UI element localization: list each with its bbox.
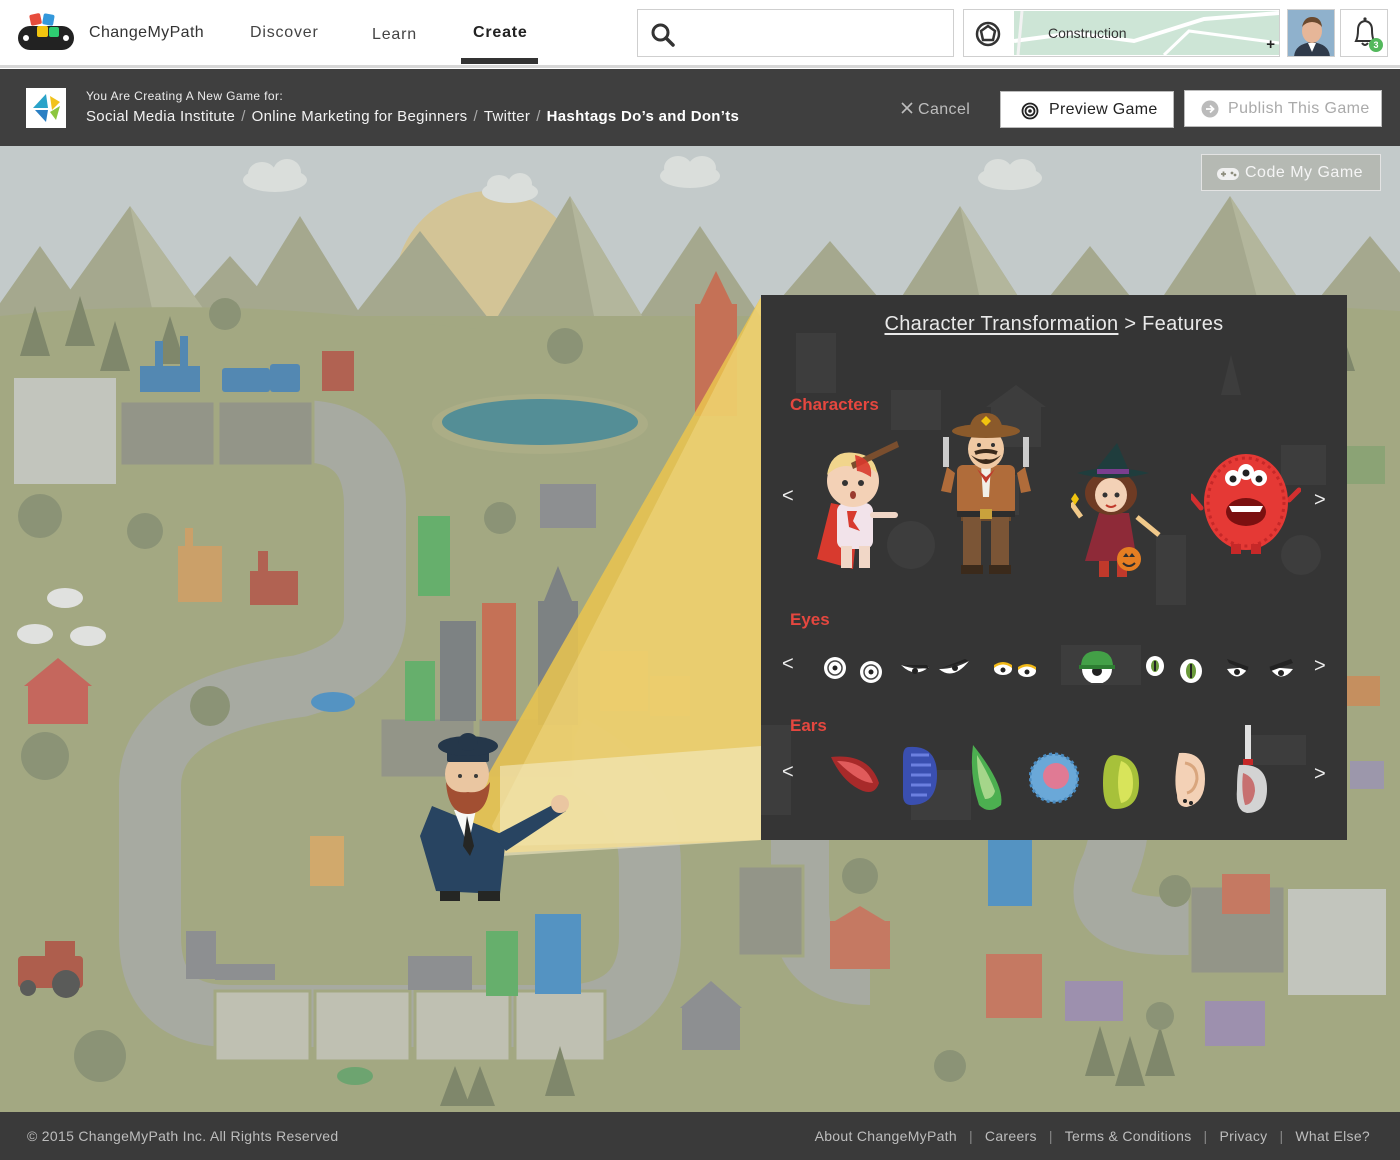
round-eyes[interactable] [821, 655, 885, 685]
bell-icon [1354, 17, 1376, 46]
nav-learn[interactable]: Learn [372, 26, 417, 44]
red-ear[interactable] [829, 753, 881, 795]
eyes-prev-button[interactable]: < [782, 653, 794, 676]
red-monster-character[interactable] [1191, 450, 1301, 560]
breadcrumb-separator: / [536, 108, 541, 125]
angry-eyes[interactable] [899, 659, 971, 683]
footer-link-what-else[interactable]: What Else? [1295, 1128, 1370, 1144]
ears-next-button[interactable]: > [1314, 763, 1326, 786]
yellow-ear[interactable] [1101, 753, 1141, 811]
path-label: Construction [1048, 25, 1127, 41]
nav-discover[interactable]: Discover [250, 24, 319, 42]
character-features-panel: Character Transformation > Features Char… [761, 295, 1347, 840]
path-selector[interactable]: Construction + [963, 9, 1280, 57]
changemypath-logo[interactable] [16, 12, 76, 52]
breadcrumb-separator: / [473, 108, 478, 125]
search-input[interactable] [686, 18, 941, 48]
breadcrumb-topic[interactable]: Twitter [484, 108, 530, 125]
footer-link-careers[interactable]: Careers [985, 1128, 1037, 1144]
preview-game-button[interactable]: Preview Game [1000, 91, 1174, 128]
target-icon [1021, 102, 1039, 120]
publish-game-button[interactable]: Publish This Game [1184, 90, 1382, 127]
footer-link-privacy[interactable]: Privacy [1219, 1128, 1267, 1144]
creating-for-label: You Are Creating A New Game for: [86, 89, 284, 103]
knife-ear[interactable] [1231, 725, 1271, 815]
sleepy-eyes[interactable] [993, 659, 1037, 681]
footer-separator: | [1279, 1128, 1284, 1144]
arrow-circle-icon [1201, 100, 1219, 118]
footer-separator: | [968, 1128, 973, 1144]
eyes-heading: Eyes [790, 610, 830, 629]
close-icon [901, 102, 913, 114]
narrow-eyes[interactable] [1225, 657, 1295, 685]
notifications-button[interactable]: 3 [1340, 9, 1388, 57]
breadcrumb-separator: / [241, 108, 246, 125]
green-ear[interactable] [967, 745, 1007, 813]
game-creation-header: You Are Creating A New Game for: Social … [0, 69, 1400, 146]
top-navigation: ChangeMyPath Discover Learn Create Const… [0, 0, 1400, 68]
path-map-thumbnail: Construction + [1014, 11, 1279, 55]
search-icon[interactable] [650, 22, 676, 48]
witch-girl-character[interactable] [1071, 443, 1163, 583]
publish-game-label: Publish This Game [1228, 100, 1370, 117]
footer-link-terms[interactable]: Terms & Conditions [1065, 1128, 1192, 1144]
breadcrumb-current: Hashtags Do’s and Don’ts [546, 108, 740, 125]
breadcrumb-institute[interactable]: Social Media Institute [86, 108, 235, 125]
characters-heading: Characters [790, 395, 879, 414]
footer-links: About ChangeMyPath | Careers | Terms & Condi… [815, 1128, 1370, 1144]
code-my-game-label: Code My Game [1245, 164, 1364, 181]
character-transformation-link[interactable]: Character Transformation [885, 313, 1119, 335]
cancel-label: Cancel [918, 101, 971, 118]
nav-create[interactable]: Create [473, 24, 528, 42]
panel-title: Character Transformation > Features [761, 313, 1347, 336]
panel-title-suffix: > Features [1118, 313, 1224, 335]
breadcrumb: Social Media Institute / Online Marketing … [86, 108, 739, 125]
footer: © 2015 ChangeMyPath Inc. All Rights Rese… [0, 1112, 1400, 1160]
footer-separator: | [1203, 1128, 1208, 1144]
cancel-button[interactable]: Cancel [900, 101, 970, 119]
round-ear[interactable] [1029, 751, 1079, 805]
human-ear[interactable] [1169, 749, 1209, 809]
brand-name[interactable]: ChangeMyPath [89, 24, 204, 42]
notification-badge: 3 [1369, 38, 1383, 52]
preview-game-label: Preview Game [1049, 101, 1158, 118]
ears-heading: Ears [790, 716, 827, 735]
copyright-text: © 2015 ChangeMyPath Inc. All Rights Rese… [27, 1128, 339, 1144]
eyes-next-button[interactable]: > [1314, 655, 1326, 678]
code-my-game-button[interactable]: Code My Game [1201, 154, 1381, 191]
user-avatar[interactable] [1287, 9, 1335, 57]
hurt-boy-character[interactable] [813, 441, 903, 576]
footer-link-about[interactable]: About ChangeMyPath [815, 1128, 957, 1144]
helmet-eye[interactable] [1079, 651, 1115, 683]
game-map-canvas[interactable]: Code My Game Character Transformation > … [0, 146, 1400, 1112]
path-badge-icon [975, 21, 1001, 47]
add-path-icon[interactable]: + [1266, 36, 1275, 53]
gamepad-icon [1217, 168, 1239, 180]
footer-separator: | [1048, 1128, 1053, 1144]
blue-ear[interactable] [901, 745, 941, 807]
green-eyes[interactable] [1143, 655, 1209, 685]
characters-next-button[interactable]: > [1314, 489, 1326, 512]
ears-prev-button[interactable]: < [782, 761, 794, 784]
active-tab-indicator [461, 58, 538, 64]
search-box[interactable] [637, 9, 954, 57]
institute-logo [26, 88, 66, 128]
breadcrumb-course[interactable]: Online Marketing for Beginners [252, 108, 468, 125]
characters-prev-button[interactable]: < [782, 485, 794, 508]
